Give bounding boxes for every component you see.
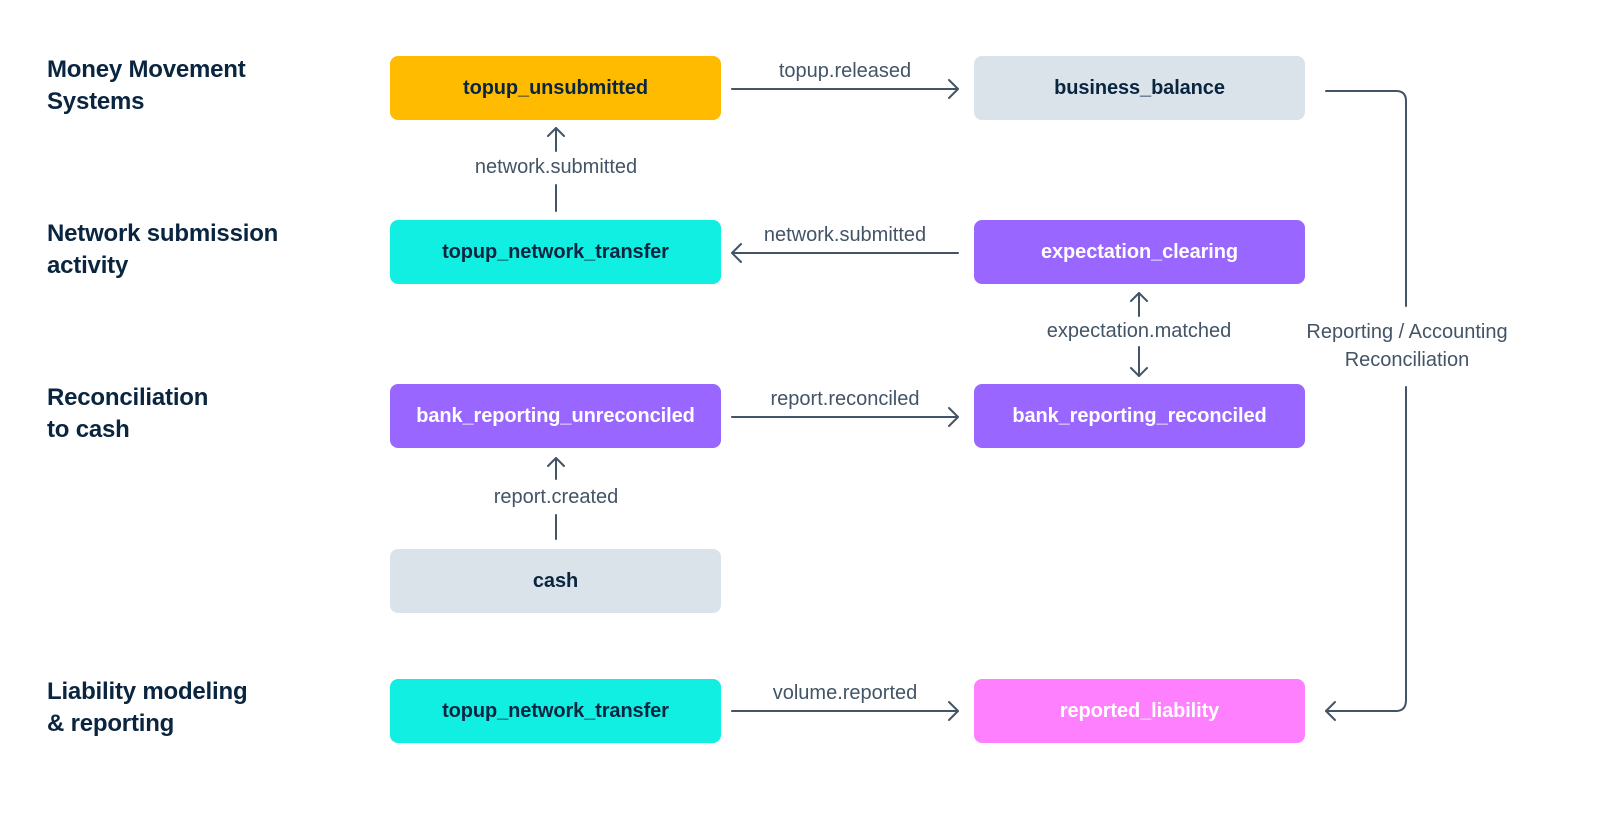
node-reported-liability[interactable]: reported_liability [974, 679, 1305, 743]
edge-label-line: Reconciliation [1344, 349, 1470, 371]
node-bank-reporting-unreconciled[interactable]: bank_reporting_unreconciled [390, 384, 721, 448]
edge-label-reporting-accounting-reconciliation: Reporting / Accounting Reconciliation [1306, 318, 1507, 374]
node-label: bank_reporting_reconciled [1012, 404, 1267, 427]
node-topup-unsubmitted[interactable]: topup_unsubmitted [390, 56, 721, 120]
node-label: topup_network_transfer [442, 240, 669, 263]
edge-label-expectation-matched: expectation.matched [1046, 320, 1232, 342]
node-label: topup_unsubmitted [463, 76, 648, 99]
edge-label-volume-reported: volume.reported [772, 682, 918, 704]
node-bank-reporting-reconciled[interactable]: bank_reporting_reconciled [974, 384, 1305, 448]
node-label: topup_network_transfer [442, 699, 669, 722]
node-expectation-clearing[interactable]: expectation_clearing [974, 220, 1305, 284]
node-label: business_balance [1054, 76, 1225, 99]
node-label: reported_liability [1059, 699, 1220, 722]
node-label: cash [532, 569, 579, 592]
node-topup-network-transfer-liability[interactable]: topup_network_transfer [390, 679, 721, 743]
node-business-balance[interactable]: business_balance [974, 56, 1305, 120]
edge-label-network-submitted-up: network.submitted [474, 156, 638, 178]
node-label: bank_reporting_unreconciled [416, 404, 695, 427]
node-topup-network-transfer[interactable]: topup_network_transfer [390, 220, 721, 284]
node-label: expectation_clearing [1041, 240, 1238, 263]
node-cash[interactable]: cash [390, 549, 721, 613]
edge-label-topup-released: topup.released [778, 60, 912, 82]
edge-reporting-accounting-reconciliation [1325, 90, 1407, 721]
edge-label-report-reconciled: report.reconciled [770, 388, 920, 410]
edge-label-line: Reporting / Accounting [1306, 321, 1508, 343]
edge-label-report-created: report.created [493, 486, 619, 508]
edge-label-network-submitted-left: network.submitted [763, 224, 927, 246]
